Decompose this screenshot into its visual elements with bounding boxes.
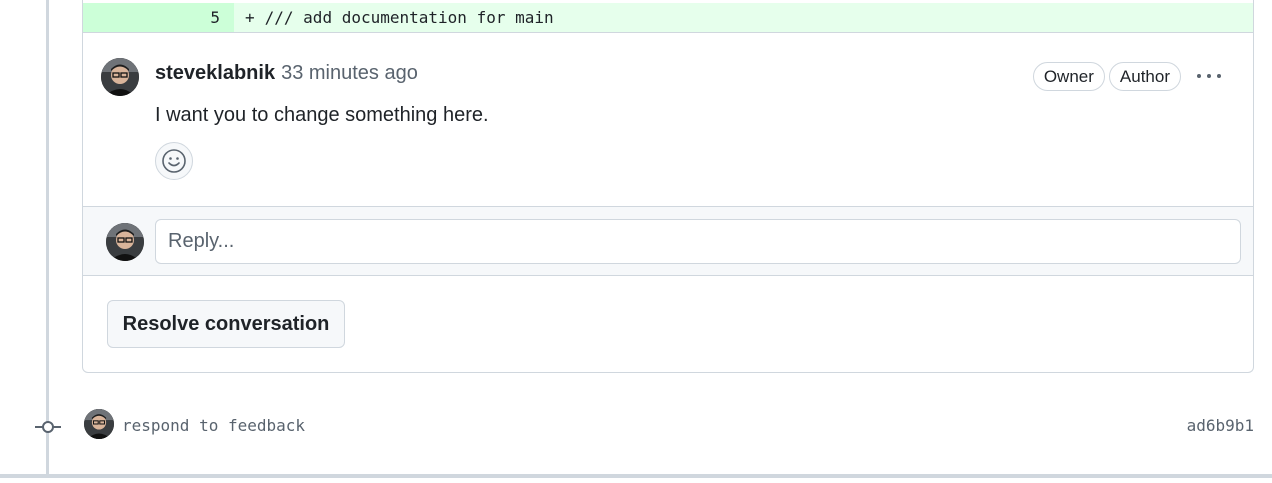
add-reaction-button[interactable] xyxy=(155,142,193,180)
reply-bar xyxy=(83,206,1253,276)
diff-line: 5 + /// add documentation for main xyxy=(83,3,1253,33)
comment-body: I want you to change something here. xyxy=(155,104,489,126)
git-commit-icon xyxy=(35,421,61,433)
resolve-conversation-button[interactable]: Resolve conversation xyxy=(107,300,345,348)
author-badge: Author xyxy=(1108,62,1181,91)
kebab-horizontal-icon xyxy=(1197,74,1201,78)
comment-author[interactable]: steveklabnik xyxy=(155,62,275,85)
bottom-divider xyxy=(0,474,1272,478)
diff-addition-sign: + xyxy=(245,8,255,27)
author-avatar[interactable] xyxy=(101,58,139,96)
timeline-line xyxy=(46,0,49,475)
owner-badge: Owner xyxy=(1032,62,1105,91)
commit-author-avatar[interactable] xyxy=(84,409,114,439)
comment-header: steveklabnik 33 minutes ago xyxy=(155,62,418,85)
more-options-button[interactable] xyxy=(1195,64,1223,88)
smiley-icon xyxy=(162,149,186,173)
current-user-avatar xyxy=(106,223,144,261)
reply-input[interactable] xyxy=(155,219,1241,264)
comment-timestamp[interactable]: 33 minutes ago xyxy=(281,62,418,85)
commit-message[interactable]: respond to feedback xyxy=(122,416,305,435)
diff-code-text: /// add documentation for main xyxy=(264,8,554,27)
review-thread: 5 + /// add documentation for main stevek… xyxy=(82,0,1254,373)
commit-sha[interactable]: ad6b9b1 xyxy=(1187,416,1254,435)
review-comment: steveklabnik 33 minutes ago Owner Author… xyxy=(83,34,1253,206)
diff-line-number[interactable]: 5 xyxy=(83,3,234,32)
diff-code: + /// add documentation for main xyxy=(234,3,1253,32)
comment-badges: Owner Author xyxy=(1032,62,1181,91)
